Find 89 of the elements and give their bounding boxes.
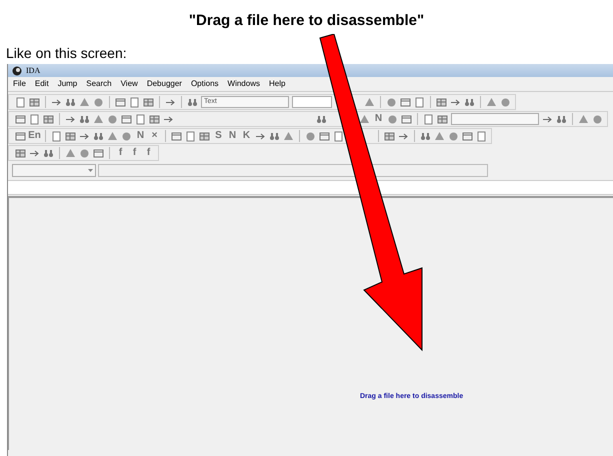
window-icon[interactable]	[400, 96, 411, 108]
circle-icon[interactable]	[121, 130, 132, 142]
window-icon[interactable]	[93, 148, 104, 158]
doc-icon[interactable]	[15, 96, 26, 108]
dropdown-arrow-icon	[88, 169, 93, 172]
arrow-icon[interactable]	[450, 96, 461, 108]
app-icon	[12, 66, 22, 76]
circle-icon[interactable]	[305, 130, 316, 142]
circle-icon[interactable]	[107, 114, 118, 124]
menu-item[interactable]: Search	[86, 78, 112, 90]
toolbar-button[interactable]: f	[115, 148, 126, 158]
slide-heading: "Drag a file here to disassemble"	[188, 11, 424, 31]
arrow-icon[interactable]	[165, 96, 176, 108]
binoculars-icon[interactable]	[316, 114, 327, 124]
menu-item[interactable]: View	[120, 78, 138, 90]
menu-item[interactable]: Jump	[58, 78, 78, 90]
doc-icon[interactable]	[414, 96, 425, 108]
doc-icon[interactable]	[476, 130, 487, 142]
doc-icon[interactable]	[135, 114, 146, 124]
window-title: IDA	[26, 64, 40, 76]
grid-icon[interactable]	[437, 114, 448, 124]
doc-icon[interactable]	[29, 114, 40, 124]
doc-icon[interactable]	[333, 130, 344, 142]
circle-icon[interactable]	[448, 130, 459, 142]
binoculars-icon[interactable]	[420, 130, 431, 142]
window-icon[interactable]	[115, 96, 126, 108]
toolbar-button[interactable]: N	[373, 114, 384, 124]
binoculars-icon[interactable]	[187, 96, 198, 108]
window-icon[interactable]	[401, 114, 412, 124]
binoculars-icon[interactable]	[269, 130, 280, 142]
arrow-icon[interactable]	[79, 130, 90, 142]
toolbar-button[interactable]: N	[135, 131, 146, 141]
window-icon[interactable]	[15, 114, 26, 124]
arrow-icon[interactable]	[255, 130, 266, 142]
input-field[interactable]	[292, 96, 332, 108]
circle-icon[interactable]	[93, 96, 104, 108]
grid-icon[interactable]	[15, 148, 26, 158]
toolbar-button[interactable]: ×	[149, 131, 160, 141]
grid-icon[interactable]	[43, 114, 54, 124]
menu-item[interactable]: Options	[190, 78, 219, 90]
grid-icon[interactable]	[65, 130, 76, 142]
arrow-icon[interactable]	[29, 148, 40, 158]
binoculars-icon[interactable]	[464, 96, 475, 108]
binoculars-icon[interactable]	[79, 114, 90, 124]
circle-icon[interactable]	[386, 96, 397, 108]
binoculars-icon[interactable]	[43, 148, 54, 158]
menu-item[interactable]: Edit	[34, 78, 49, 90]
window-icon[interactable]	[15, 130, 26, 142]
grid-icon[interactable]	[384, 130, 395, 142]
arrow-icon[interactable]	[542, 114, 553, 124]
arrow-icon[interactable]	[51, 96, 62, 108]
grid-icon[interactable]	[199, 130, 210, 142]
grid-icon[interactable]	[143, 96, 154, 108]
menu-item[interactable]: Windows	[228, 78, 260, 90]
doc-icon[interactable]	[51, 130, 62, 142]
window-icon[interactable]	[462, 130, 473, 142]
toolbar-button[interactable]: K	[241, 131, 252, 141]
toolbar-button[interactable]: S	[213, 131, 224, 141]
doc-icon[interactable]	[423, 114, 434, 124]
toolbar-button[interactable]: En	[29, 131, 40, 141]
grid-icon[interactable]	[29, 96, 40, 108]
doc-icon[interactable]	[185, 130, 196, 142]
circle-icon[interactable]	[592, 114, 603, 124]
dropdown-field[interactable]	[12, 164, 96, 177]
menu-item[interactable]: Help	[268, 78, 286, 90]
toolbar-button[interactable]: f	[129, 148, 140, 158]
circle-icon[interactable]	[387, 114, 398, 124]
arrow-icon[interactable]	[398, 130, 409, 142]
binoculars-icon[interactable]	[556, 114, 567, 124]
doc-icon[interactable]	[129, 96, 140, 108]
grid-icon[interactable]	[149, 114, 160, 124]
circle-icon[interactable]	[79, 148, 90, 158]
menu-item[interactable]: File	[13, 78, 26, 90]
grid-icon[interactable]	[436, 96, 447, 108]
input-field[interactable]	[8, 180, 613, 195]
toolbar-button[interactable]: f	[143, 148, 154, 158]
binoculars-icon[interactable]	[93, 130, 104, 142]
circle-icon[interactable]	[500, 96, 511, 108]
splitter-bar[interactable]	[98, 164, 488, 177]
arrow-icon[interactable]	[65, 114, 76, 124]
caption: Like on this screen:	[6, 44, 127, 62]
menu-item[interactable]: Debugger	[146, 78, 182, 90]
arrow-icon[interactable]	[163, 114, 174, 124]
window-icon[interactable]	[121, 114, 132, 124]
combo-box[interactable]	[451, 113, 539, 125]
toolbar-button[interactable]: N	[227, 131, 238, 141]
window-icon[interactable]	[171, 130, 182, 142]
window-icon[interactable]	[319, 130, 330, 142]
binoculars-icon[interactable]	[65, 96, 76, 108]
